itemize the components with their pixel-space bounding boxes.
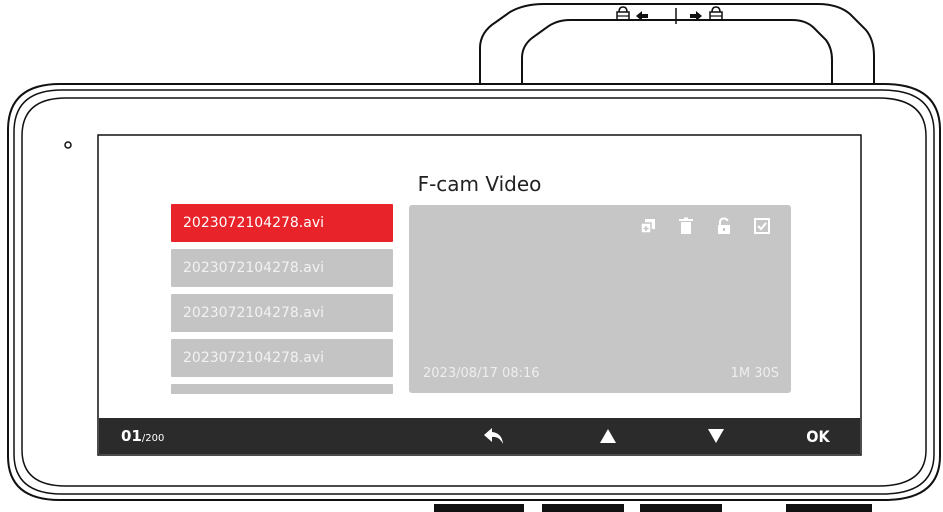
bottom-bar: 01/200 OK — [99, 418, 860, 454]
hardware-button-3[interactable] — [640, 504, 722, 512]
video-preview: 2023/08/17 08:16 1M 30S — [409, 205, 791, 393]
down-triangle-icon — [708, 429, 724, 443]
mount-bracket-inner — [521, 19, 833, 84]
screen-title: F-cam Video — [417, 172, 542, 196]
dashcam-screen: F-cam Video 2023072104278.avi 2023072104… — [99, 136, 860, 454]
lock-icon-right — [709, 6, 723, 21]
ok-button[interactable]: OK — [803, 418, 833, 454]
hardware-button-2[interactable] — [542, 504, 624, 512]
file-list: 2023072104278.avi 2023072104278.avi 2023… — [171, 204, 393, 394]
file-list-item[interactable]: 2023072104278.avi — [171, 204, 393, 242]
video-duration: 1M 30S — [730, 366, 779, 381]
back-button[interactable] — [479, 418, 509, 454]
up-triangle-icon — [600, 429, 616, 443]
back-arrow-icon — [484, 428, 503, 444]
mount-bracket-outer — [479, 3, 875, 84]
checkbox-icon[interactable] — [753, 217, 771, 235]
page-counter: 01/200 — [121, 418, 164, 454]
preview-toolbar — [639, 217, 771, 235]
hardware-button-4[interactable] — [786, 504, 872, 512]
file-list-item[interactable]: 2023072104278.avi — [171, 294, 393, 332]
file-list-item-partial[interactable] — [171, 384, 393, 394]
mount-lock-indicator — [616, 6, 723, 24]
copy-icon[interactable] — [639, 217, 657, 235]
hardware-button-1[interactable] — [434, 504, 524, 512]
trash-icon[interactable] — [677, 217, 695, 235]
front-camera-dot — [64, 141, 72, 149]
up-button[interactable] — [593, 418, 623, 454]
file-list-item[interactable]: 2023072104278.avi — [171, 339, 393, 377]
down-button[interactable] — [701, 418, 731, 454]
video-date: 2023/08/17 08:16 — [423, 366, 540, 381]
page-current: 01 — [121, 427, 142, 445]
lock-icon-left — [616, 6, 630, 21]
unlock-icon[interactable] — [715, 217, 733, 235]
file-list-item[interactable]: 2023072104278.avi — [171, 249, 393, 287]
page-total: /200 — [141, 433, 165, 444]
